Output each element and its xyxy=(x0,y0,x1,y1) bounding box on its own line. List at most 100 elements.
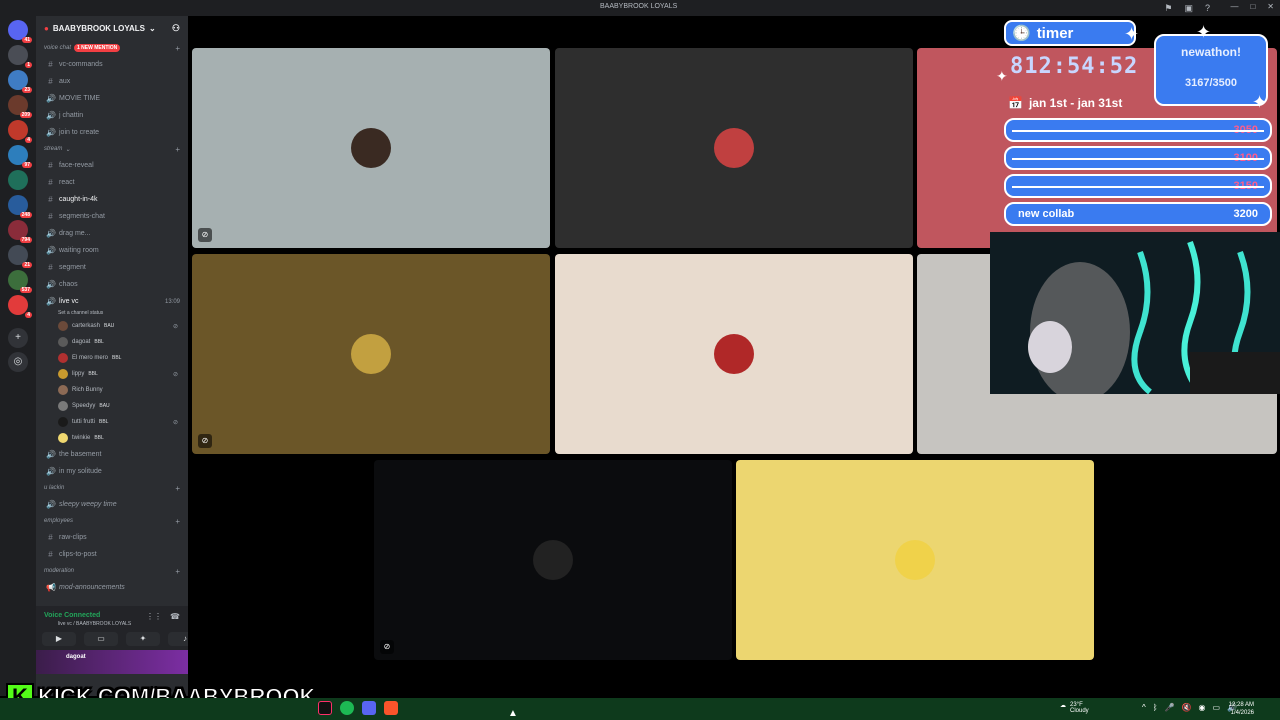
microphone-icon[interactable]: 🎤 xyxy=(1165,703,1175,712)
member-name: tutti frutti xyxy=(72,419,96,425)
screenshare-button[interactable]: ▭ xyxy=(84,632,118,646)
weather-widget[interactable]: ☁ 23°F Cloudy xyxy=(1060,702,1089,714)
spotify-icon[interactable] xyxy=(340,701,354,715)
server-icon[interactable]: 97 xyxy=(8,145,32,168)
server-icon[interactable]: 41 xyxy=(8,20,32,43)
voice-member[interactable]: tutti frutti BBL ⊘ xyxy=(36,414,188,430)
category-moderation[interactable]: moderation + xyxy=(36,563,188,579)
add-server-icon[interactable]: + xyxy=(8,328,28,348)
add-channel-icon[interactable]: + xyxy=(175,567,180,576)
server-icon[interactable]: 248 xyxy=(8,195,32,218)
goal-value: 3200 xyxy=(1233,208,1258,220)
discord-icon[interactable] xyxy=(362,701,376,715)
voice-channel-path[interactable]: live vc / BAABYBROOK LOYALS xyxy=(58,621,131,627)
close-button[interactable]: ✕ xyxy=(1267,2,1274,11)
add-channel-icon[interactable]: + xyxy=(175,517,180,526)
channel-caught-in-4k[interactable]: # caught-in-4k xyxy=(36,191,188,208)
minimize-button[interactable]: — xyxy=(1230,2,1238,11)
server-icon[interactable]: 537 xyxy=(8,270,32,293)
channel-live-vc[interactable]: 🔊 live vc 13:09 xyxy=(36,293,188,310)
add-channel-icon[interactable]: + xyxy=(175,145,180,154)
channel-segments-chat[interactable]: # segments-chat xyxy=(36,208,188,225)
channel-movie-time[interactable]: 🔊 MOVIE TIME xyxy=(36,90,188,107)
voice-member[interactable]: El mero mero BBL xyxy=(36,350,188,366)
soundboard-button[interactable]: ♪ xyxy=(168,632,188,646)
participant-tile[interactable]: ⊘ xyxy=(374,460,732,660)
discover-icon[interactable]: ◎ xyxy=(8,352,28,372)
channel-react[interactable]: # react xyxy=(36,174,188,191)
maximize-button[interactable]: □ xyxy=(1250,2,1255,11)
channel-mod-announcements[interactable]: 📢 mod-announcements xyxy=(36,579,188,596)
pin-icon[interactable]: ⚑ xyxy=(1164,3,1172,14)
server-icon[interactable]: 4 xyxy=(8,295,32,318)
channel-status[interactable]: Set a channel status xyxy=(36,310,188,318)
goal-label: new collab xyxy=(1018,208,1075,220)
channel-vc-commands[interactable]: # vc-commands xyxy=(36,56,188,73)
channel-the-basement[interactable]: 🔊 the basement xyxy=(36,446,188,463)
channel-raw-clips[interactable]: # raw-clips xyxy=(36,529,188,546)
hashtag-icon: # xyxy=(48,60,53,69)
category-stream[interactable]: stream ⌄ + xyxy=(36,141,188,157)
participant-tile[interactable] xyxy=(555,48,913,248)
server-icon[interactable]: 23 xyxy=(8,70,32,93)
inbox-icon[interactable]: ▣ xyxy=(1184,3,1193,14)
chevron-up-icon[interactable]: ^ xyxy=(1142,703,1146,712)
voice-member[interactable]: Rich Bunny xyxy=(36,382,188,398)
activities-button[interactable]: ✦ xyxy=(126,632,160,646)
voice-member[interactable]: dagoat BBL xyxy=(36,334,188,350)
voice-status[interactable]: Voice Connected xyxy=(44,612,100,619)
camera-button[interactable]: ▶ xyxy=(42,632,76,646)
participant-tile[interactable]: ⊘ xyxy=(192,254,550,454)
server-icon[interactable]: 209 xyxy=(8,95,32,118)
hashtag-icon: # xyxy=(48,550,53,559)
category-voice-chat[interactable]: voice chat 1 NEW MENTION + xyxy=(36,40,188,56)
participant-tile[interactable]: ⊘ xyxy=(192,48,550,248)
channel-timer: 13:09 xyxy=(164,298,180,305)
channel-segment[interactable]: # segment xyxy=(36,259,188,276)
server-badge: 4 xyxy=(25,312,32,318)
brave-icon[interactable] xyxy=(384,701,398,715)
disconnect-icon[interactable]: ☎ xyxy=(170,612,180,621)
speaker-icon: 🔊 xyxy=(46,246,56,255)
add-channel-icon[interactable]: + xyxy=(175,44,180,53)
help-icon[interactable]: ? xyxy=(1205,3,1210,14)
bluetooth-icon[interactable]: ᛒ xyxy=(1153,703,1158,712)
channel-join-to-create[interactable]: 🔊 join to create xyxy=(36,124,188,141)
channel-in-my-solitude[interactable]: 🔊 in my solitude xyxy=(36,463,188,480)
voice-member[interactable]: carterkash BAU ⊘ xyxy=(36,318,188,334)
channel-sleepy-weepy-time[interactable]: 🔊 sleepy weepy time xyxy=(36,496,188,513)
channel-face-reveal[interactable]: # face-reveal xyxy=(36,157,188,174)
user-panel[interactable]: dagoat xyxy=(36,650,188,674)
voice-member[interactable]: twinkie BBL xyxy=(36,430,188,446)
category-u-lackin[interactable]: u lackin + xyxy=(36,480,188,496)
add-channel-icon[interactable]: + xyxy=(175,484,180,493)
server-icon[interactable]: 794 xyxy=(8,220,32,243)
channel-clips-to-post[interactable]: # clips-to-post xyxy=(36,546,188,563)
channel-j-chattin[interactable]: 🔊 j chattin xyxy=(36,107,188,124)
channel-drag-me-[interactable]: 🔊 drag me... xyxy=(36,225,188,242)
wifi-icon[interactable]: ▭ xyxy=(1213,703,1221,712)
server-icon[interactable] xyxy=(8,170,28,190)
guild-header[interactable]: ● BAABYBROOK LOYALS ⌄ ⚇ xyxy=(36,16,188,40)
channel-aux[interactable]: # aux xyxy=(36,73,188,90)
mute-icon[interactable]: 🔇 xyxy=(1182,703,1192,712)
server-icon[interactable]: 4 xyxy=(8,120,32,143)
new-mention-badge[interactable]: 1 NEW MENTION xyxy=(74,44,121,52)
voice-member[interactable]: lippy BBL ⊘ xyxy=(36,366,188,382)
network-icon[interactable]: ◉ xyxy=(1199,703,1206,712)
participant-tile[interactable] xyxy=(736,460,1094,660)
channel-name: mod-announcements xyxy=(59,584,125,591)
channel-name: waiting room xyxy=(59,247,99,254)
guild-name: BAABYBROOK LOYALS xyxy=(52,23,145,33)
category-employees[interactable]: employees + xyxy=(36,513,188,529)
participant-tile[interactable] xyxy=(555,254,913,454)
server-icon[interactable]: 1 xyxy=(8,45,32,68)
channel-chaos[interactable]: 🔊 chaos xyxy=(36,276,188,293)
server-icon[interactable]: 21 xyxy=(8,245,32,268)
channel-waiting-room[interactable]: 🔊 waiting room xyxy=(36,242,188,259)
voice-member[interactable]: Speedyy BAU xyxy=(36,398,188,414)
invite-icon[interactable]: ⚇ xyxy=(172,23,180,34)
tiktok-icon[interactable] xyxy=(318,701,332,715)
soundboard-icon[interactable]: ⋮⋮ xyxy=(146,612,162,621)
taskbar-clock[interactable]: 12:28 AM 1/4/2026 xyxy=(1229,701,1254,717)
